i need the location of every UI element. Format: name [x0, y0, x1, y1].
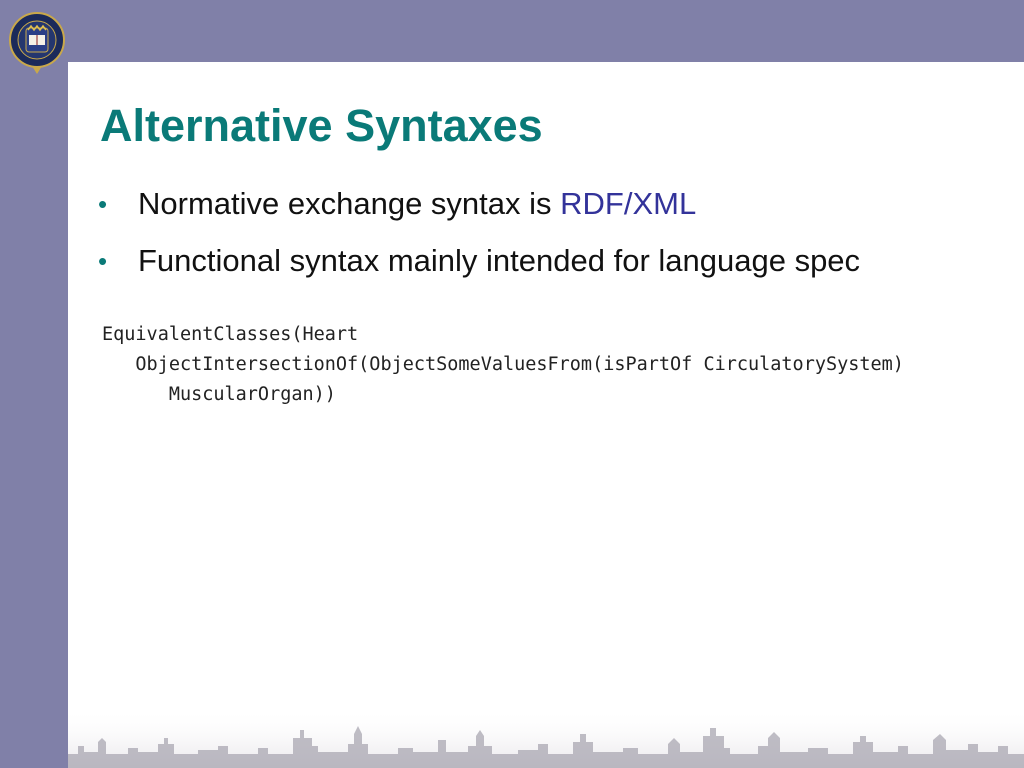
university-crest-logo	[9, 12, 65, 74]
code-block: EquivalentClasses(Heart ObjectIntersecti…	[102, 320, 904, 410]
bullet-icon: •	[98, 246, 108, 276]
slide-title: Alternative Syntaxes	[100, 100, 543, 151]
left-frame-band	[0, 0, 68, 768]
bullet-icon: •	[98, 189, 108, 219]
bullet-highlight: RDF/XML	[560, 186, 697, 221]
bullet-text: Normative exchange syntax is	[138, 186, 561, 221]
bullet-item: • Normative exchange syntax is RDF/XML	[98, 182, 860, 239]
slide-content-area: Alternative Syntaxes • Normative exchange…	[68, 62, 1024, 768]
top-frame-band	[0, 0, 1024, 62]
code-line: EquivalentClasses(Heart	[102, 324, 359, 345]
city-skyline-decoration	[68, 708, 1024, 768]
bullet-item: • Functional syntax mainly intended for l…	[98, 239, 860, 296]
bullet-list: • Normative exchange syntax is RDF/XML • F…	[98, 182, 860, 296]
code-line: ObjectIntersectionOf(ObjectSomeValuesFro…	[102, 354, 904, 375]
code-line: MuscularOrgan))	[102, 384, 336, 405]
bullet-text: Functional syntax mainly intended for la…	[138, 243, 861, 278]
